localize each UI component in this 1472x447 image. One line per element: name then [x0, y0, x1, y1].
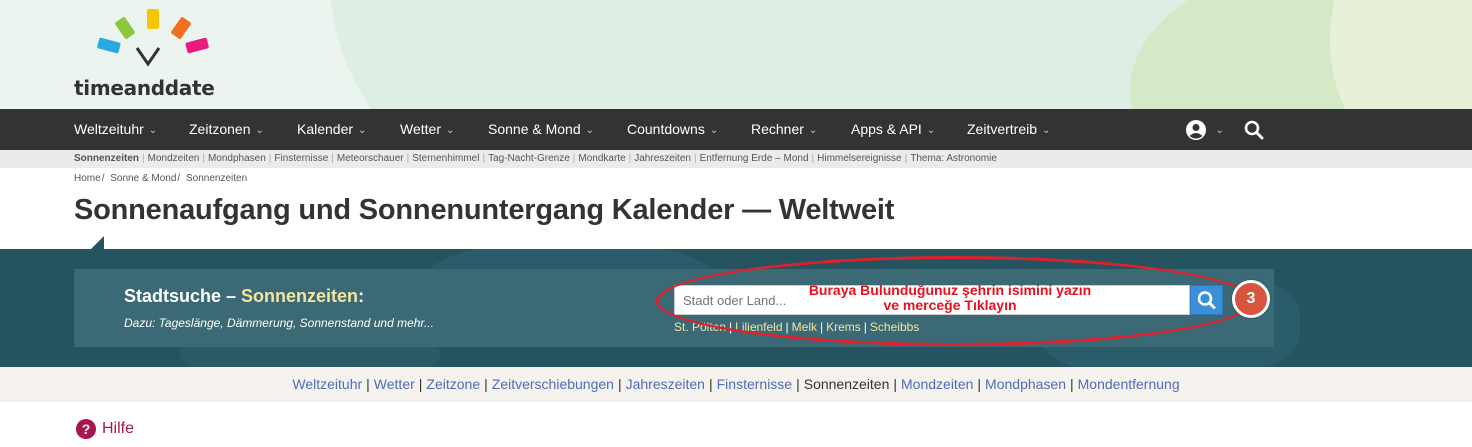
sub-nav-links: Sonnenzeiten | Mondzeiten | Mondphasen | Finst…: [74, 153, 997, 164]
breadcrumb: Home/ Sonne & Mond/ Sonnenzeiten: [74, 173, 248, 184]
subnav-item-astronomie[interactable]: Thema: Astronomie: [910, 153, 997, 164]
nav-item-kalender[interactable]: Kalender ⌄: [297, 109, 366, 150]
related-links-bar: Weltzeituhr | Wetter | Zeitzone | Zeitverschie…: [0, 367, 1472, 402]
chevron-down-icon: ⌄: [445, 125, 455, 136]
subnav-item-mondphasen[interactable]: Mondphasen: [208, 153, 266, 164]
annotation-line: ve merceğe Tıklayın: [883, 297, 1017, 313]
nav-item-label: Weltzeituhr: [74, 121, 144, 137]
chevron-down-icon: ⌄: [358, 125, 367, 136]
nav-item-label: Zeitvertreib: [967, 121, 1038, 137]
annotation-line: Buraya Bulunduğunuz şehrin isimini yazın: [808, 282, 1092, 298]
nav-item-label: Zeitzonen: [189, 121, 251, 137]
account-menu[interactable]: ⌄: [1185, 109, 1224, 150]
subnav-item-himmelsereignisse[interactable]: Himmelsereignisse: [817, 153, 901, 164]
nav-item-wetter[interactable]: Wetter ⌄: [400, 109, 454, 150]
nav-item-label: Wetter: [400, 121, 441, 137]
chevron-down-icon: ⌄: [585, 125, 595, 136]
subnav-item-mondzeiten[interactable]: Mondzeiten: [148, 153, 200, 164]
help-icon: ?: [76, 419, 96, 439]
breadcrumb-home[interactable]: Home: [74, 173, 101, 184]
chevron-down-icon: ⌄: [709, 125, 719, 136]
logo-ray: [185, 37, 209, 54]
logo-sun-icon: [97, 9, 209, 67]
related-link-mondzeiten[interactable]: Mondzeiten: [901, 376, 973, 392]
page-title: Sonnenaufgang und Sonnenuntergang Kalend…: [74, 194, 895, 226]
subnav-item-jahreszeiten[interactable]: Jahreszeiten: [634, 153, 691, 164]
chevron-down-icon: ⌄: [926, 125, 936, 136]
nav-item-label: Kalender: [297, 121, 354, 137]
chevron-down-icon: ⌄: [1215, 125, 1224, 136]
search-title: Stadtsuche – Sonnenzeiten:: [124, 286, 364, 307]
nav-item-weltzeituhr[interactable]: Weltzeituhr ⌄: [74, 109, 157, 150]
related-link-zeitzone[interactable]: Zeitzone: [426, 376, 480, 392]
nav-item-label: Rechner: [751, 121, 804, 137]
annotation-text: Buraya Bulunduğunuz şehrin isimini yazın…: [760, 283, 1140, 313]
search-title-suffix: :: [358, 286, 365, 306]
nav-item-label: Countdowns: [627, 121, 705, 137]
subnav-item-entfernung[interactable]: Entfernung Erde – Mond: [700, 153, 809, 164]
related-link-finsternisse[interactable]: Finsternisse: [717, 376, 792, 392]
search-title-prefix: Stadtsuche –: [124, 286, 242, 306]
nav-item-countdowns[interactable]: Countdowns ⌄: [627, 109, 718, 150]
annotation-step-badge: 3: [1232, 280, 1270, 318]
sub-nav: Sonnenzeiten | Mondzeiten | Mondphasen | Finst…: [0, 150, 1472, 168]
title-notch: [90, 236, 104, 250]
nav-search-button[interactable]: [1244, 109, 1264, 150]
related-links: Weltzeituhr | Wetter | Zeitzone | Zeitverschie…: [292, 376, 1180, 392]
nav-item-apps-api[interactable]: Apps & API ⌄: [851, 109, 935, 150]
site-logo[interactable]: timeanddate: [74, 6, 234, 102]
related-link-mondentfernung[interactable]: Mondentfernung: [1078, 376, 1180, 392]
chevron-down-icon: ⌄: [808, 125, 818, 136]
search-subtitle: Dazu: Tageslänge, Dämmerung, Sonnenstand…: [124, 316, 434, 330]
chevron-down-icon: ⌄: [148, 125, 158, 136]
header-decoration: [330, 0, 1230, 109]
nav-item-rechner[interactable]: Rechner ⌄: [751, 109, 817, 150]
logo-text: timeanddate: [74, 76, 215, 100]
logo-checkmark: [135, 47, 161, 67]
subnav-item-mondkarte[interactable]: Mondkarte: [578, 153, 625, 164]
main-nav: Weltzeituhr ⌄ Zeitzonen ⌄ Kalender ⌄ Wetter…: [0, 109, 1472, 150]
nav-item-sonne-mond[interactable]: Sonne & Mond ⌄: [488, 109, 594, 150]
nav-item-label: Apps & API: [851, 121, 922, 137]
subnav-item-meteorschauer[interactable]: Meteorschauer: [337, 153, 404, 164]
subnav-item-sonnenzeiten[interactable]: Sonnenzeiten: [74, 153, 139, 164]
logo-ray: [171, 17, 191, 39]
user-circle-icon: [1186, 119, 1206, 140]
search-title-highlight: Sonnenzeiten: [241, 286, 359, 306]
header-decoration: [1330, 0, 1472, 109]
related-link-mondphasen[interactable]: Mondphasen: [985, 376, 1066, 392]
nav-item-zeitvertreib[interactable]: Zeitvertreib ⌄: [967, 109, 1050, 150]
subnav-item-sternenhimmel[interactable]: Sternenhimmel: [412, 153, 479, 164]
related-link-wetter[interactable]: Wetter: [374, 376, 415, 392]
chevron-down-icon: ⌄: [255, 125, 264, 136]
site-header: timeanddate: [0, 0, 1472, 109]
logo-ray: [97, 37, 121, 54]
page: timeanddate Weltzeituhr ⌄ Zeitzonen ⌄ Kale…: [0, 0, 1472, 447]
search-icon: [1244, 120, 1264, 140]
related-link-current: Sonnenzeiten: [803, 376, 890, 392]
logo-ray: [115, 17, 135, 39]
subnav-item-tag-nacht-grenze[interactable]: Tag-Nacht-Grenze: [488, 153, 570, 164]
nav-item-zeitzonen[interactable]: Zeitzonen ⌄: [189, 109, 264, 150]
related-link-weltzeituhr[interactable]: Weltzeituhr: [292, 376, 362, 392]
help-label: Hilfe: [102, 420, 135, 437]
help-link[interactable]: ? Hilfe: [76, 419, 134, 439]
breadcrumb-current: Sonnenzeiten: [185, 173, 248, 184]
related-link-zeitverschiebungen[interactable]: Zeitverschiebungen: [492, 376, 614, 392]
related-link-jahreszeiten[interactable]: Jahreszeiten: [626, 376, 705, 392]
breadcrumb-sonne-mond[interactable]: Sonne & Mond: [110, 173, 176, 184]
nav-item-label: Sonne & Mond: [488, 121, 581, 137]
subnav-item-finsternisse[interactable]: Finsternisse: [274, 153, 328, 164]
logo-ray: [147, 9, 159, 29]
chevron-down-icon: ⌄: [1042, 125, 1051, 136]
